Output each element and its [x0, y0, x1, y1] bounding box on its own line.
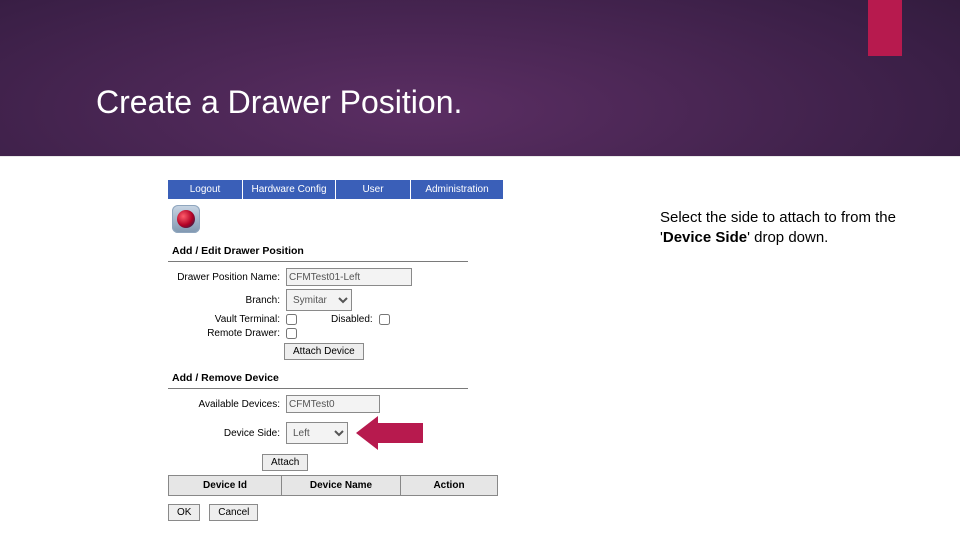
input-position-name[interactable] [286, 268, 412, 286]
section-add-edit-title: Add / Edit Drawer Position [168, 239, 638, 259]
button-cancel[interactable]: Cancel [209, 504, 258, 521]
instruction-bold: Device Side [663, 229, 747, 246]
instruction-suffix: ' drop down. [747, 229, 828, 246]
section-add-remove-title: Add / Remove Device [168, 366, 638, 386]
label-branch: Branch: [168, 295, 286, 306]
label-available-devices: Available Devices: [168, 399, 286, 410]
label-device-side: Device Side: [168, 428, 286, 439]
app-screenshot: Logout Hardware Config User Administrati… [168, 180, 638, 521]
button-ok[interactable]: OK [168, 504, 200, 521]
nav-hardware-config[interactable]: Hardware Config [243, 180, 336, 199]
th-device-id: Device Id [168, 475, 282, 496]
slide-title: Create a Drawer Position. [96, 84, 462, 121]
device-table-header: Device Id Device Name Action [168, 475, 638, 496]
select-device-side[interactable]: Left [286, 422, 348, 444]
checkbox-disabled[interactable] [379, 314, 390, 325]
button-attach-device[interactable]: Attach Device [284, 343, 364, 360]
accent-tab [868, 0, 902, 56]
checkbox-remote-drawer[interactable] [286, 328, 297, 339]
divider [168, 261, 468, 262]
nav-user[interactable]: User [336, 180, 411, 199]
label-vault-terminal: Vault Terminal: [168, 314, 286, 325]
select-branch[interactable]: Symitar [286, 289, 352, 311]
slide-banner: Create a Drawer Position. [0, 0, 960, 157]
th-action: Action [401, 475, 498, 496]
callout-arrow-icon [356, 416, 423, 450]
app-logo-row [168, 199, 638, 239]
nav-administration[interactable]: Administration [411, 180, 504, 199]
app-navbar: Logout Hardware Config User Administrati… [168, 180, 638, 199]
th-device-name: Device Name [282, 475, 401, 496]
nav-logout[interactable]: Logout [168, 180, 243, 199]
button-attach[interactable]: Attach [262, 454, 308, 471]
input-available-devices[interactable] [286, 395, 380, 413]
app-logo-icon [172, 205, 200, 233]
checkbox-vault-terminal[interactable] [286, 314, 297, 325]
label-disabled: Disabled: [331, 314, 379, 325]
instruction-text: Select the side to attach to from the 'D… [660, 208, 940, 249]
divider [168, 388, 468, 389]
label-remote-drawer: Remote Drawer: [168, 328, 286, 339]
label-position-name: Drawer Position Name: [168, 272, 286, 283]
